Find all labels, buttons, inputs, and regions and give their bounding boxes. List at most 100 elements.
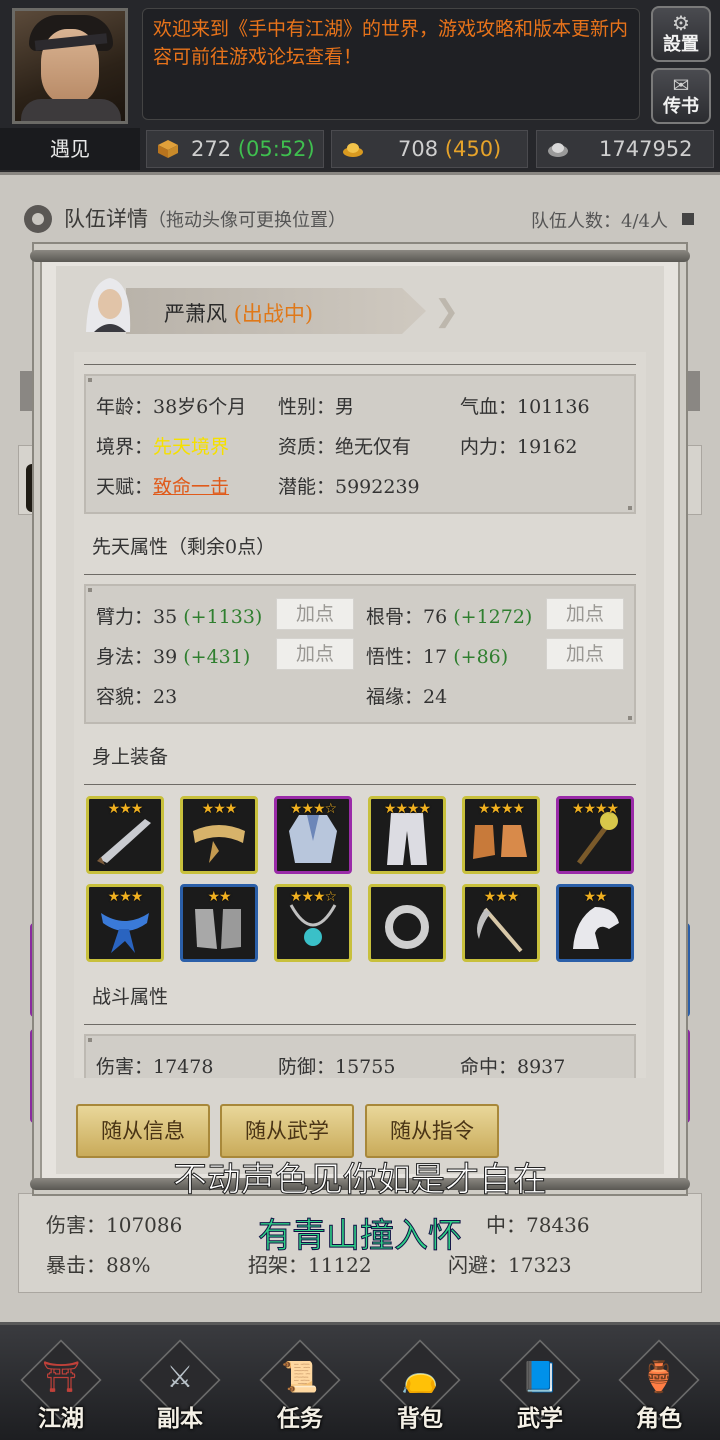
nav-dungeon[interactable]: ⚔ 副本 [139, 1339, 221, 1433]
equipment-slot[interactable]: ★★★ [180, 796, 258, 874]
hero-name: 严萧风 (出战中) [164, 298, 313, 328]
meet-tab[interactable]: 遇见 [0, 128, 140, 170]
equipment-slot[interactable]: ★★ [180, 884, 258, 962]
top-header: 欢迎来到《手中有江湖》的世界，游戏攻略和版本更新内容可前往游戏论坛查看！ ⚙ 設… [0, 0, 720, 170]
gourd-icon: 🏺 [640, 1360, 678, 1395]
star-rating: ★★★★ [571, 801, 619, 817]
equipment-slot[interactable]: ★★ [556, 884, 634, 962]
mp-stat: 内力：19162 [460, 436, 578, 458]
subtitle-line-2: 有青山撞入怀 [258, 1216, 463, 1257]
team-count-marker [682, 213, 694, 225]
defense-stat: 防御：15755 [278, 1056, 396, 1078]
team-hint: （拖动头像可更换位置） [148, 210, 346, 231]
divider [84, 364, 636, 365]
divider [84, 784, 636, 785]
resource-bar: 遇见 272 (05:52) 708 (450) 1747952 [0, 128, 720, 170]
ingot-cube-icon [158, 140, 178, 158]
agility-label: 身法：39 [96, 646, 178, 668]
age-stat: 年龄：38岁6个月 [96, 396, 247, 418]
strength-stat: 臂力：35 (+1133) [96, 602, 262, 629]
damage-stat: 伤害：17478 [96, 1056, 214, 1078]
crossed-swords-icon: ⚔ [166, 1360, 194, 1395]
equipment-slot[interactable]: ★★★ [462, 884, 540, 962]
star-rating: ★★★ [107, 801, 144, 817]
nav-quest[interactable]: 📜 任务 [259, 1339, 341, 1433]
realm-stat: 境界：先天境界 [96, 432, 229, 459]
equipment-slot[interactable] [368, 884, 446, 962]
team-title-text: 队伍详情 [64, 207, 148, 231]
luck-stat: 福缘：24 [366, 686, 448, 708]
follower-order-button[interactable]: 随从指令 [365, 1104, 499, 1158]
follower-info-button[interactable]: 随从信息 [76, 1104, 210, 1158]
team-count: 队伍人数：4/4人 [531, 211, 668, 232]
stamina-resource: 272 (05:52) [146, 130, 324, 168]
silver-resource: 1747952 [536, 130, 714, 168]
settings-button[interactable]: ⚙ 設置 [651, 6, 711, 62]
talent-link[interactable]: 致命一击 [153, 476, 229, 498]
star-rating: ★★★ [483, 889, 520, 905]
nav-martial[interactable]: 📘 武学 [499, 1339, 581, 1433]
add-point-button[interactable]: 加点 [276, 598, 354, 630]
strength-label: 臂力：35 [96, 606, 178, 628]
nav-character[interactable]: 🏺 角色 [618, 1339, 700, 1433]
realm-value: 先天境界 [153, 436, 230, 458]
avatar-armor [21, 99, 121, 121]
gold-ingot-icon [343, 143, 363, 157]
team-title: 队伍详情（拖动头像可更换位置） [64, 203, 346, 233]
equipment-slot[interactable]: ★★★☆ [274, 796, 352, 874]
nav-jianghu[interactable]: ⛩ 江湖 [20, 1339, 102, 1433]
equipment-slot[interactable]: ★★★ [86, 884, 164, 962]
equipment-slot[interactable]: ★★★★ [462, 796, 540, 874]
add-point-button[interactable]: 加点 [546, 638, 624, 670]
star-rating: ★★★★ [477, 801, 525, 817]
mail-button[interactable]: ✉ 传书 [651, 68, 711, 124]
add-point-button[interactable]: 加点 [276, 638, 354, 670]
stamina-timer: (05:52) [237, 137, 315, 161]
nav-label: 背包 [397, 1405, 443, 1432]
divider [84, 1024, 636, 1025]
silver-ingot-icon [548, 143, 568, 157]
envelope-icon: ✉ [672, 73, 690, 97]
hero-detail-content[interactable]: 年龄：38岁6个月 性别：男 气血：101136 境界：先天境界 资质：绝无仅有… [74, 352, 646, 1078]
equipment-slot[interactable]: ★★★☆ [274, 884, 352, 962]
gold-extra: (450) [444, 137, 502, 161]
looks-stat: 容貌：23 [96, 686, 178, 708]
combat-section-title: 战斗属性 [92, 986, 169, 1008]
talent-label: 天赋： [96, 476, 154, 498]
equipment-slot[interactable]: ★★★ [86, 796, 164, 874]
equipment-section-title: 身上装备 [92, 746, 169, 768]
player-avatar[interactable] [12, 8, 128, 124]
star-rating: ★★★ [201, 801, 238, 817]
realm-label: 境界： [96, 436, 154, 458]
book-icon: 📘 [521, 1360, 559, 1395]
add-point-button[interactable]: 加点 [546, 598, 624, 630]
nav-label: 角色 [636, 1405, 682, 1432]
wisdom-label: 悟性：17 [366, 646, 448, 668]
hero-banner: 严萧风 (出战中) ❯ [76, 272, 459, 340]
follower-martial-button[interactable]: 随从武学 [220, 1104, 354, 1158]
innate-section-title: 先天属性（剩余0点） [92, 536, 276, 558]
nav-bag[interactable]: 👝 背包 [379, 1339, 461, 1433]
stamina-value: 272 [191, 137, 232, 161]
constitution-bonus: (+1272) [453, 606, 533, 628]
gender-stat: 性别：男 [278, 396, 355, 418]
scroll-icon: 📜 [281, 1360, 319, 1395]
aptitude-stat: 资质：绝无仅有 [278, 436, 412, 458]
settings-label: 設置 [663, 34, 699, 55]
equipment-slot[interactable]: ★★★★ [368, 796, 446, 874]
star-rating: ★★★☆ [289, 801, 337, 817]
strength-bonus: (+1133) [183, 606, 263, 628]
constitution-stat: 根骨：76 (+1272) [366, 602, 532, 629]
star-rating: ★★ [207, 889, 231, 905]
bottom-nav: ⛩ 江湖 ⚔ 副本 📜 任务 👝 背包 📘 武学 🏺 角色 [0, 1322, 720, 1440]
subtitle-line-1: 不动声色见你如是才自在 [173, 1160, 548, 1201]
equipment-slot[interactable]: ★★★★ [556, 796, 634, 874]
nav-label: 副本 [157, 1405, 203, 1432]
bag-icon: 👝 [401, 1360, 439, 1395]
talent-stat: 天赋：致命一击 [96, 472, 229, 499]
gold-resource: 708 (450) [331, 130, 528, 168]
nav-label: 任务 [277, 1405, 323, 1432]
gear-icon: ⚙ [672, 11, 690, 35]
scroll-rod-top [30, 250, 690, 262]
potential-stat: 潜能：5992239 [278, 476, 420, 498]
